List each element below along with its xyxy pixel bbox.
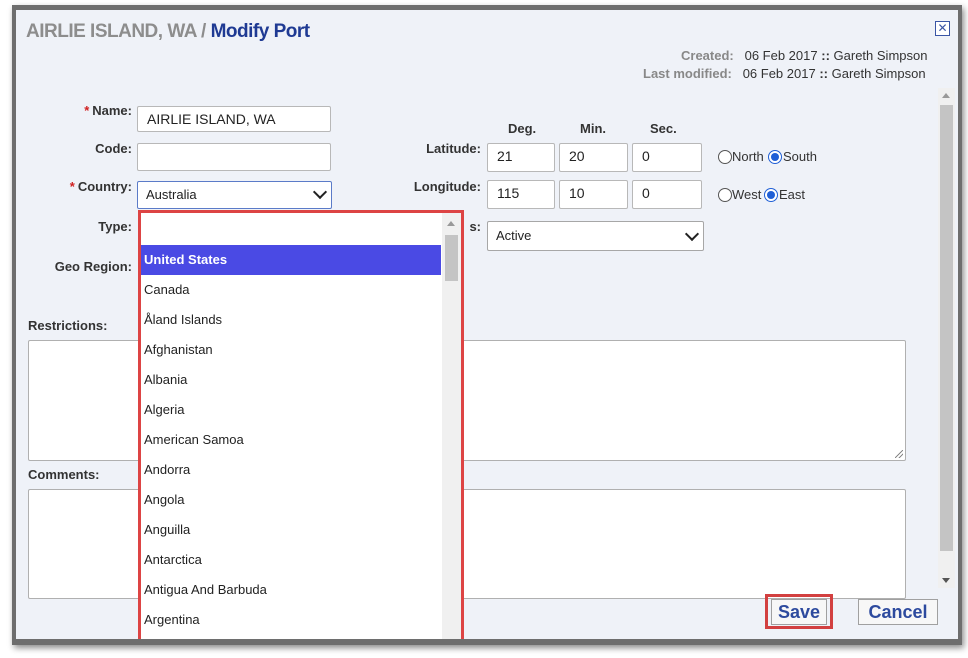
- created-by: Gareth Simpson: [833, 48, 928, 63]
- country-option[interactable]: Argentina: [141, 605, 441, 635]
- created-date: 06 Feb 2017: [744, 48, 818, 63]
- scrollbar-thumb[interactable]: [940, 105, 953, 551]
- close-icon[interactable]: ✕: [935, 21, 950, 36]
- modify-port-dialog: AIRLIE ISLAND, WA / Modify Port ✕ Create…: [16, 10, 958, 639]
- cancel-button[interactable]: Cancel: [858, 599, 938, 625]
- country-select-value: Australia: [146, 187, 197, 202]
- country-option[interactable]: American Samoa: [141, 425, 441, 455]
- name-label-text: Name:: [92, 103, 132, 118]
- country-options: United States Canada Åland Islands Afghanis…: [141, 245, 441, 635]
- required-mark: *: [84, 103, 90, 118]
- country-option[interactable]: Antarctica: [141, 545, 441, 575]
- restrictions-label: Restrictions:: [28, 318, 108, 333]
- south-radio[interactable]: [768, 150, 782, 164]
- latitude-label: Latitude:: [426, 141, 481, 156]
- north-radio[interactable]: [718, 150, 732, 164]
- country-option[interactable]: Albania: [141, 365, 441, 395]
- country-dropdown-list[interactable]: United States Canada Åland Islands Afghanis…: [138, 210, 464, 639]
- country-option[interactable]: Andorra: [141, 455, 441, 485]
- dialog-scrollbar[interactable]: [938, 88, 955, 588]
- dropdown-scrollbar[interactable]: [442, 213, 461, 639]
- modified-by: Gareth Simpson: [831, 66, 926, 81]
- created-meta: Created: 06 Feb 2017 :: Gareth Simpson: [681, 48, 927, 63]
- country-option[interactable]: United States: [141, 245, 441, 275]
- geo-region-label: Geo Region:: [54, 259, 132, 274]
- country-option[interactable]: Algeria: [141, 395, 441, 425]
- required-mark: *: [69, 179, 75, 194]
- south-label: South: [783, 149, 817, 164]
- east-label: East: [779, 187, 806, 202]
- scrollbar-thumb[interactable]: [445, 235, 458, 281]
- chevron-down-icon: [684, 226, 700, 242]
- resize-grip-icon[interactable]: [895, 450, 903, 458]
- country-option[interactable]: Åland Islands: [141, 305, 441, 335]
- type-label: Type:: [98, 219, 132, 234]
- latitude-seconds-input[interactable]: 0: [632, 143, 702, 172]
- dialog-title: AIRLIE ISLAND, WA / Modify Port: [26, 21, 310, 43]
- west-label: West: [732, 187, 762, 202]
- code-input[interactable]: [137, 143, 331, 171]
- latitude-minutes-input[interactable]: 20: [559, 143, 628, 172]
- country-option[interactable]: Afghanistan: [141, 335, 441, 365]
- deg-header: Deg.: [508, 121, 537, 136]
- east-radio[interactable]: [764, 188, 778, 202]
- title-separator: /: [196, 21, 211, 42]
- status-select-value: Active: [496, 228, 532, 243]
- name-label: * Name:: [56, 103, 132, 118]
- country-option[interactable]: Angola: [141, 485, 441, 515]
- title-action: Modify Port: [210, 21, 311, 42]
- name-input[interactable]: AIRLIE ISLAND, WA: [137, 106, 331, 132]
- scroll-up-icon[interactable]: [447, 221, 455, 226]
- sec-header: Sec.: [650, 121, 677, 136]
- scroll-down-icon[interactable]: [942, 578, 950, 583]
- min-header: Min.: [580, 121, 606, 136]
- latitude-degrees-input[interactable]: 21: [487, 143, 555, 172]
- country-option[interactable]: Antigua And Barbuda: [141, 575, 441, 605]
- modified-separator: ::: [819, 66, 828, 81]
- longitude-seconds-input[interactable]: 0: [632, 180, 702, 209]
- country-option[interactable]: Anguilla: [141, 515, 441, 545]
- save-highlight-box: [765, 594, 833, 629]
- comments-label: Comments:: [28, 467, 100, 482]
- country-search-area[interactable]: [141, 213, 441, 245]
- longitude-label: Longitude:: [413, 179, 481, 194]
- scroll-up-icon[interactable]: [942, 93, 950, 98]
- created-separator: ::: [821, 48, 830, 63]
- status-select[interactable]: Active: [487, 221, 704, 251]
- modified-date: 06 Feb 2017: [742, 66, 816, 81]
- modified-meta: Last modified: 06 Feb 2017 :: Gareth Sim…: [643, 66, 926, 81]
- country-label: * Country:: [46, 179, 132, 194]
- longitude-degrees-input[interactable]: 115: [487, 180, 555, 209]
- chevron-down-icon: [312, 184, 328, 200]
- north-label: North: [732, 149, 764, 164]
- longitude-minutes-input[interactable]: 10: [559, 180, 628, 209]
- country-option[interactable]: Canada: [141, 275, 441, 305]
- west-radio[interactable]: [718, 188, 732, 202]
- country-label-text: Country:: [77, 179, 132, 194]
- modified-label: Last modified:: [643, 66, 732, 81]
- code-label: Code:: [95, 141, 132, 156]
- country-select[interactable]: Australia: [137, 181, 332, 209]
- title-port-name: AIRLIE ISLAND, WA: [26, 21, 197, 42]
- created-label: Created:: [681, 48, 734, 63]
